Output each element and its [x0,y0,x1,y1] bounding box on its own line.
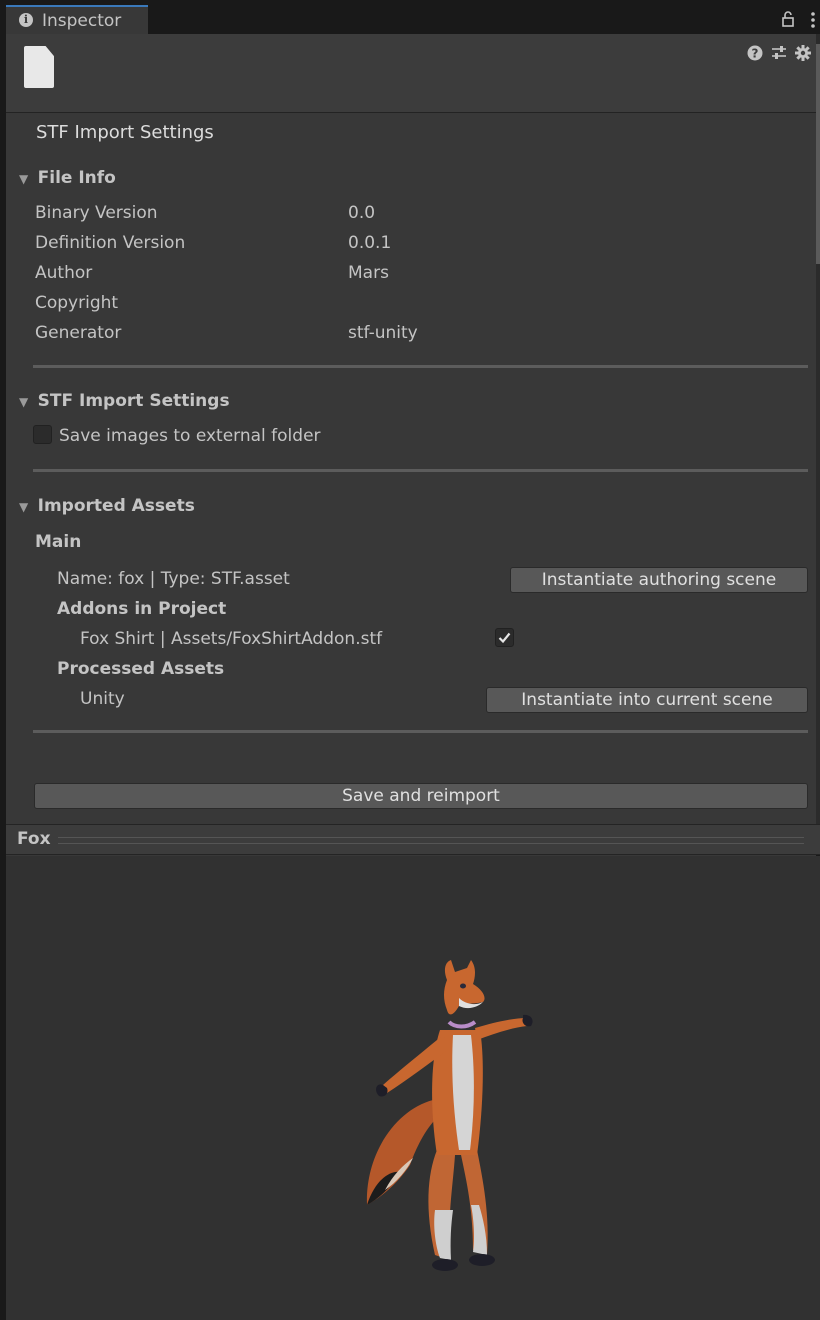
foldout-arrow-icon: ▼ [19,500,29,514]
instantiate-authoring-button[interactable]: Instantiate authoring scene [510,567,808,593]
save-images-checkbox[interactable] [33,425,52,444]
separator [33,730,808,733]
preview-title: Fox [17,829,51,849]
inspector-header [6,34,816,113]
processed-assets-label: Processed Assets [57,659,225,679]
copyright-label: Copyright [35,293,119,313]
author-label: Author [35,263,93,283]
preview-drag-handle[interactable] [58,837,804,844]
svg-text:?: ? [752,47,759,61]
separator [33,365,808,368]
check-icon [498,632,511,644]
tab-label: Inspector [42,11,122,31]
import-settings-heading: STF Import Settings [37,391,230,411]
binary-version-value: 0.0 [348,203,376,223]
help-icon[interactable]: ? [747,45,763,61]
imported-assets-heading: Imported Assets [37,496,195,516]
main-asset-info: Name: fox | Type: STF.asset [57,569,290,589]
kebab-menu-icon[interactable] [810,11,816,29]
lock-icon[interactable] [781,11,795,27]
imported-assets-foldout[interactable]: ▼ Imported Assets [19,496,195,516]
definition-version-value: 0.0.1 [348,233,392,253]
save-and-reimport-button[interactable]: Save and reimport [34,783,808,809]
generator-value: stf-unity [348,323,418,343]
main-label: Main [35,532,82,552]
fox-model-preview [366,960,533,1271]
file-icon [24,46,54,88]
binary-version-label: Binary Version [35,203,158,223]
file-info-foldout[interactable]: ▼ File Info [19,168,116,188]
gear-icon[interactable] [795,45,811,61]
generator-label: Generator [35,323,122,343]
definition-version-label: Definition Version [35,233,186,253]
instantiate-current-scene-button[interactable]: Instantiate into current scene [486,687,808,713]
foldout-arrow-icon: ▼ [19,172,29,186]
separator [33,469,808,472]
addon-checkbox[interactable] [495,628,514,647]
scrollbar-thumb[interactable] [816,44,820,264]
info-icon: i [19,13,33,27]
import-settings-foldout[interactable]: ▼ STF Import Settings [19,391,230,411]
addons-label: Addons in Project [57,599,227,619]
file-info-heading: File Info [37,168,116,188]
tab-inspector[interactable]: i Inspector [6,5,148,34]
processed-item: Unity [80,689,125,709]
preset-icon[interactable] [771,45,787,61]
save-images-label: Save images to external folder [59,426,321,446]
addon-item: Fox Shirt | Assets/FoxShirtAddon.stf [80,629,383,649]
foldout-arrow-icon: ▼ [19,395,29,409]
author-value: Mars [348,263,389,283]
page-title: STF Import Settings [36,122,214,143]
